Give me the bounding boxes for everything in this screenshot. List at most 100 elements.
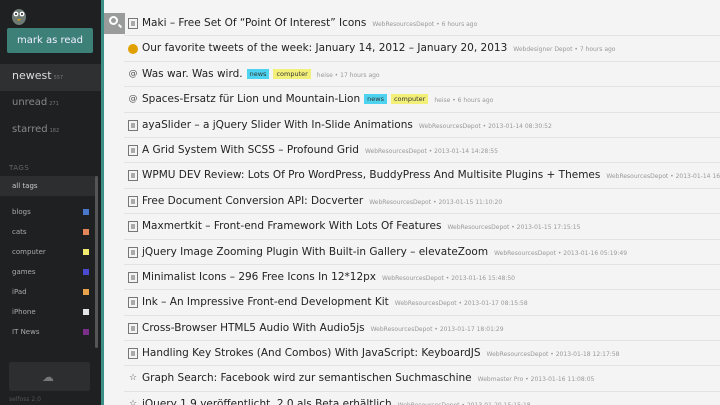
item-row[interactable]: Minimalist Icons – 296 Free Icons In 12*… [124, 265, 720, 291]
item-meta: WebResourcesDepot • 2013-01-16 15:48:50 [382, 274, 515, 282]
item-title[interactable]: Handling Key Strokes (And Combos) With J… [142, 347, 481, 359]
item-list: Maki – Free Set Of “Point Of Interest” I… [124, 11, 720, 405]
feed-favicon-icon [128, 348, 138, 360]
selfoss-logo-icon [8, 4, 30, 26]
item-tag-badge[interactable]: news [364, 94, 387, 105]
item-row[interactable]: @ Was war. Was wird. news computer heise • 1… [124, 62, 720, 88]
tag-item[interactable]: blogs [0, 202, 97, 222]
item-tag-badge[interactable]: news [246, 68, 270, 79]
item-meta: WebResourcesDepot • 2013-01-15 11:10:20 [369, 198, 503, 206]
item-meta: WebResourcesDepot • 2013-01-16 05:19:49 [494, 249, 628, 257]
item-title[interactable]: A Grid System With SCSS – Profound Grid [142, 144, 359, 156]
tag-item[interactable]: games [0, 262, 97, 282]
item-row[interactable]: jQuery Image Zooming Plugin With Built-i… [124, 240, 720, 265]
tag-color-swatch [83, 289, 89, 295]
item-row[interactable]: Free Document Conversion API: Docverter W… [124, 189, 720, 215]
item-meta: Webdesigner Depot • 7 hours ago [513, 46, 616, 54]
version-label: selfoss 2.0 [9, 396, 41, 403]
item-title-wrap: jQuery 1.9 veröffentlicht, 2.0 als Beta … [142, 398, 531, 405]
item-row[interactable]: A Grid System With SCSS – Profound Grid W… [124, 138, 720, 164]
item-row[interactable]: Ink – An Impressive Front-end Developmen… [124, 290, 720, 316]
cloud-icon: ☁ [42, 370, 54, 384]
item-title[interactable]: Minimalist Icons – 296 Free Icons In 12*… [142, 271, 376, 283]
tag-item[interactable]: iPad [0, 282, 97, 302]
filter-count: 557 [53, 75, 64, 81]
filter-label: newest [12, 69, 52, 82]
tag-item[interactable]: computer [0, 242, 97, 262]
item-title[interactable]: Graph Search: Facebook wird zur semantis… [142, 372, 472, 384]
item-meta: WebResourcesDepot • 2013-01-17 18:01:29 [370, 325, 504, 333]
item-title[interactable]: ayaSlider – a jQuery Slider With In-Slid… [142, 119, 413, 131]
item-row[interactable]: Cross-Browser HTML5 Audio With Audio5js W… [124, 316, 720, 342]
feed-favicon-icon [128, 170, 138, 182]
feed-favicon-icon [128, 271, 138, 283]
feed-favicon-icon [128, 144, 138, 156]
filter-unread[interactable]: unread 271 [0, 91, 101, 118]
item-row[interactable]: ayaSlider – a jQuery Slider With In-Slid… [124, 113, 720, 138]
tag-color-swatch [83, 269, 89, 275]
item-row[interactable]: @ Spaces-Ersatz für Lion und Mountain-Lio… [124, 87, 720, 113]
item-row[interactable]: Handling Key Strokes (And Combos) With J… [124, 341, 720, 367]
item-title-wrap: ayaSlider – a jQuery Slider With In-Slid… [142, 119, 552, 131]
item-title[interactable]: WPMU DEV Review: Lots Of Pro WordPress, … [142, 169, 600, 181]
tag-color-swatch [83, 229, 89, 235]
feed-favicon-icon [128, 322, 138, 334]
tag-item[interactable]: IT News [0, 322, 97, 342]
tag-list: all tags blogs cats computer games iPad iPhon… [0, 176, 97, 342]
sidebar: mark as read newest 557 unread 271 starred… [0, 0, 101, 405]
item-tag-badge[interactable]: computer [390, 94, 429, 105]
heise-favicon-icon: @ [128, 94, 138, 105]
item-meta: WebResourcesDepot • 2013-01-14 14:28:55 [364, 147, 498, 155]
filter-label: starred [12, 124, 48, 135]
item-row[interactable]: WPMU DEV Review: Lots Of Pro WordPress, … [124, 163, 720, 189]
item-title[interactable]: Free Document Conversion API: Docverter [142, 195, 363, 207]
item-title-wrap: Maki – Free Set Of “Point Of Interest” I… [142, 17, 477, 29]
filter-newest[interactable]: newest 557 [0, 64, 101, 91]
mark-as-read-button[interactable]: mark as read [7, 28, 93, 53]
tag-color-swatch [83, 329, 89, 335]
item-title-wrap: Ink – An Impressive Front-end Developmen… [142, 296, 528, 308]
item-title-wrap: Graph Search: Facebook wird zur semantis… [142, 372, 594, 384]
item-row[interactable]: ☆ Graph Search: Facebook wird zur semanti… [124, 366, 720, 392]
tag-scrollbar[interactable] [95, 176, 98, 348]
item-title-wrap: Was war. Was wird. news computer heise • 17… [142, 68, 380, 80]
feed-favicon-icon [128, 44, 138, 55]
item-row[interactable]: Maki – Free Set Of “Point Of Interest” I… [124, 11, 720, 37]
item-title[interactable]: jQuery Image Zooming Plugin With Built-i… [142, 246, 488, 258]
item-row[interactable]: Our favorite tweets of the week: January… [124, 36, 720, 62]
item-meta: WebResourcesDepot • 2013-01-14 08:30:52 [418, 122, 552, 130]
star-icon: ☆ [128, 373, 138, 384]
tag-item[interactable]: iPhone [0, 302, 97, 322]
item-tag-badge[interactable]: computer [273, 68, 311, 79]
item-meta: WebResourcesDepot • 2013-01-17 08:15:58 [394, 300, 528, 308]
item-title-wrap: Free Document Conversion API: Docverter W… [142, 195, 502, 207]
item-meta: WebResourcesDepot • 2013-01-18 12:17:58 [486, 351, 620, 359]
item-title[interactable]: Maki – Free Set Of “Point Of Interest” I… [142, 17, 366, 29]
item-title[interactable]: Maxmertkit – Front-end Framework With Lo… [142, 220, 441, 232]
feed-favicon-icon [128, 246, 138, 258]
tags-heading: TAGS [9, 164, 30, 172]
item-title[interactable]: Our favorite tweets of the week: January… [142, 42, 507, 54]
item-meta: Webmaster Pro • 2013-01-16 11:08:05 [477, 376, 595, 384]
item-title[interactable]: Was war. Was wird. [142, 68, 243, 80]
item-list-panel: Maki – Free Set Of “Point Of Interest” I… [104, 0, 720, 405]
filter-starred[interactable]: starred 182 [0, 118, 101, 145]
tag-label: iPhone [12, 308, 36, 316]
item-title[interactable]: Spaces-Ersatz für Lion und Mountain-Lion [142, 93, 360, 105]
item-title[interactable]: Ink – An Impressive Front-end Developmen… [142, 296, 389, 308]
item-meta: WebResourcesDepot • 6 hours ago [372, 21, 478, 28]
tag-item[interactable]: cats [0, 222, 97, 242]
item-row[interactable]: Maxmertkit – Front-end Framework With Lo… [124, 214, 720, 240]
item-title[interactable]: Cross-Browser HTML5 Audio With Audio5js [142, 322, 365, 334]
item-row[interactable]: ☆ jQuery 1.9 veröffentlicht, 2.0 als Beta… [124, 392, 720, 405]
item-title-wrap: Handling Key Strokes (And Combos) With J… [142, 347, 619, 359]
search-button[interactable] [104, 13, 125, 34]
sources-button[interactable]: ☁ [9, 362, 90, 391]
item-title-wrap: Our favorite tweets of the week: January… [142, 42, 615, 54]
item-meta: heise • 17 hours ago [316, 71, 380, 79]
tag-all[interactable]: all tags [0, 176, 97, 196]
item-title[interactable]: jQuery 1.9 veröffentlicht, 2.0 als Beta … [142, 398, 392, 405]
feed-favicon-icon [128, 119, 138, 131]
item-title-wrap: Spaces-Ersatz für Lion und Mountain-Lion… [142, 93, 493, 105]
feed-favicon-icon [128, 18, 138, 29]
